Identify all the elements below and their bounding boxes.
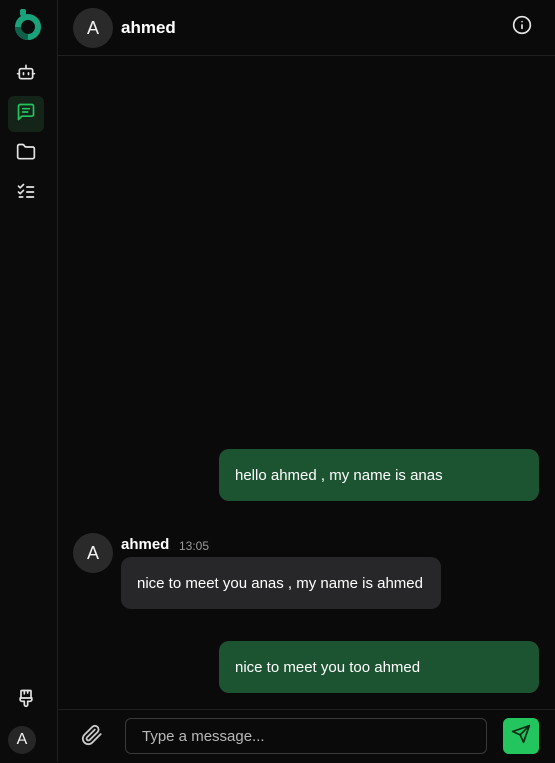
sender-avatar[interactable]: A <box>73 533 113 573</box>
app-logo-icon[interactable] <box>14 8 42 40</box>
message-bubble-sent: hello ahmed , my name is anas <box>219 449 539 501</box>
bot-icon <box>16 62 36 87</box>
message-composer <box>58 709 555 763</box>
sidebar-item-bots[interactable] <box>8 56 44 92</box>
sidebar-item-tasks[interactable] <box>8 176 44 212</box>
folder-icon <box>16 142 36 167</box>
sidebar: A <box>0 0 58 762</box>
attach-button[interactable] <box>80 724 104 751</box>
contact-name: ahmed <box>121 18 176 37</box>
message-bubble-sent: nice to meet you too ahmed <box>219 641 539 693</box>
info-icon <box>512 15 532 40</box>
send-button[interactable] <box>503 718 539 754</box>
contact-avatar[interactable]: A <box>73 8 113 48</box>
sidebar-item-files[interactable] <box>8 136 44 172</box>
checklist-icon <box>16 182 36 207</box>
brush-icon <box>16 688 36 713</box>
theme-button[interactable] <box>8 682 44 718</box>
message-text: nice to meet you too ahmed <box>235 658 421 676</box>
paperclip-icon <box>81 724 103 751</box>
send-icon <box>511 724 531 749</box>
info-button[interactable] <box>511 15 533 40</box>
message-sender: ahmed <box>121 536 170 553</box>
message-bubble-received: nice to meet you anas , my name is ahmed <box>121 557 441 609</box>
message-timestamp: 13:05 <box>179 539 210 553</box>
chat-icon <box>16 102 36 127</box>
message-input[interactable] <box>125 718 487 754</box>
message-text: hello ahmed , my name is anas <box>235 466 443 484</box>
message-text: nice to meet you anas , my name is ahmed <box>137 574 423 592</box>
sidebar-item-chats[interactable] <box>8 96 44 132</box>
chat-header: A ahmed <box>58 0 555 56</box>
user-avatar[interactable]: A <box>8 726 36 754</box>
